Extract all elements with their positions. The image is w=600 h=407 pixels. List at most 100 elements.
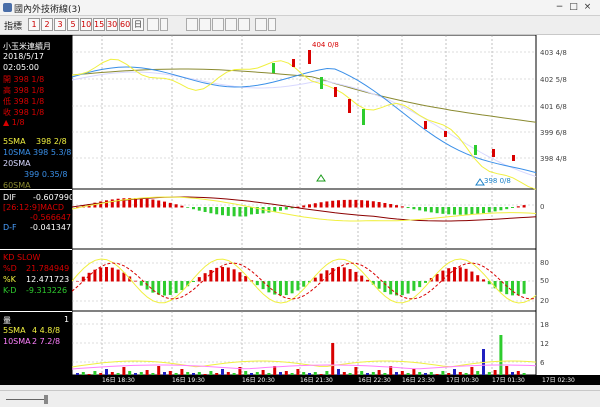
df-value: -0.041347 xyxy=(30,223,72,232)
volume-bar xyxy=(470,367,474,375)
period-button-15[interactable]: 15 xyxy=(93,18,105,31)
kd-bar xyxy=(331,268,335,282)
candle xyxy=(308,50,311,64)
sma10-value: 398 5.3/8 xyxy=(33,148,72,157)
candle xyxy=(292,59,295,67)
vol-tick: 18 xyxy=(540,321,549,329)
sma10-label: 10SMA xyxy=(3,148,31,157)
macd-bar xyxy=(400,206,404,208)
period-button-5[interactable]: 5 xyxy=(67,18,79,31)
vol-sma10-label: 10SMA xyxy=(3,337,31,346)
volume-bar xyxy=(453,369,456,375)
macd-bar xyxy=(366,200,369,208)
volume-bar xyxy=(429,372,433,375)
kd-bar xyxy=(110,267,114,282)
macd-bar xyxy=(418,207,422,211)
kd-bar xyxy=(366,279,369,282)
kd-bar xyxy=(302,281,306,287)
volume-bar xyxy=(412,369,416,375)
volume-bar xyxy=(424,373,427,375)
draw-dropdown-icon[interactable] xyxy=(268,18,276,31)
macd-bar xyxy=(313,203,317,208)
volume-bar xyxy=(168,371,172,375)
grid-icon[interactable] xyxy=(199,18,211,31)
macd-bar xyxy=(145,198,149,208)
list-icon[interactable] xyxy=(147,18,159,31)
macd-bar xyxy=(342,199,346,208)
macd-bar xyxy=(325,201,329,208)
macd-bar xyxy=(470,207,474,215)
draw-line-icon[interactable] xyxy=(255,18,267,31)
title-bar: 國內外技術線(3) − □ × xyxy=(0,0,600,16)
indicator-label[interactable]: 指標 xyxy=(4,19,22,32)
macd-bar xyxy=(203,207,207,213)
chart-canvas[interactable]: 403 4/8 402 5/8 401 6/8 399 6/8 398 4/8 … xyxy=(72,35,600,385)
price-tick: 402 5/8 xyxy=(540,76,567,84)
period-button-day[interactable]: 日 xyxy=(132,18,144,31)
dropdown-icon[interactable] xyxy=(160,18,168,31)
volume-bar xyxy=(441,371,445,375)
macd-bar xyxy=(99,201,103,208)
kd-bar xyxy=(180,281,184,291)
kd-bar xyxy=(441,270,445,282)
vol-tick: 6 xyxy=(540,359,545,367)
macd-bar xyxy=(168,202,172,208)
macd-bar xyxy=(302,205,306,208)
zoom-slider-track[interactable] xyxy=(6,399,46,400)
chart-icon[interactable] xyxy=(212,18,224,31)
macd-bar xyxy=(482,207,485,214)
volume-bar xyxy=(244,371,248,375)
period-button-30[interactable]: 30 xyxy=(106,18,118,31)
kd-bar xyxy=(406,281,410,294)
d-label: %D xyxy=(3,264,17,273)
period-button-1[interactable]: 1 xyxy=(28,18,40,31)
macd-bar xyxy=(221,207,224,216)
volume-bar xyxy=(371,372,375,375)
kd-bar xyxy=(505,281,509,295)
maximize-button[interactable]: □ xyxy=(568,2,579,13)
macd-bar xyxy=(250,207,253,215)
macd-bar xyxy=(441,207,445,214)
volume-bar xyxy=(487,372,491,375)
kd-bar xyxy=(255,281,259,286)
volume-bar xyxy=(186,372,190,375)
volume-bar xyxy=(122,367,126,375)
close-button[interactable]: × xyxy=(582,2,593,13)
volume-bar xyxy=(226,372,230,375)
period-button-10[interactable]: 10 xyxy=(80,18,92,31)
kd-bar xyxy=(435,273,439,282)
volume-bar xyxy=(250,373,253,375)
zoom-icon[interactable] xyxy=(238,18,250,31)
k-value: 12.471723 xyxy=(26,275,70,284)
macd-bar xyxy=(348,199,352,208)
kd-bar xyxy=(174,281,178,294)
minimize-button[interactable]: − xyxy=(554,2,565,13)
macd-bar xyxy=(360,200,364,208)
volume-bar xyxy=(279,372,282,375)
volume-bar xyxy=(221,369,224,375)
period-button-2[interactable]: 2 xyxy=(41,18,53,31)
chart-area[interactable]: 403 4/8 402 5/8 401 6/8 399 6/8 398 4/8 … xyxy=(72,35,600,385)
volume-bar xyxy=(267,373,271,375)
toolbar: 指標 1 2 3 5 10 15 30 60 日 xyxy=(0,16,600,35)
zoom-slider-knob[interactable] xyxy=(44,395,48,404)
time-tick: 16日 19:30 xyxy=(172,377,205,384)
volume-bar xyxy=(163,372,166,375)
dif-label: DIF xyxy=(3,193,17,202)
kd-bar xyxy=(511,281,514,296)
volume-bar xyxy=(499,335,503,375)
macd-bar xyxy=(209,207,213,214)
kd-bar xyxy=(197,277,201,282)
vol-sma5-label: 5SMA xyxy=(3,326,26,335)
price-tick: 403 4/8 xyxy=(540,49,567,57)
scale-icon[interactable] xyxy=(225,18,237,31)
macd-bar xyxy=(163,201,166,208)
kd-bar xyxy=(99,267,103,282)
vol-sma10-value: 2 7.2/8 xyxy=(32,337,61,346)
volume-bar xyxy=(319,374,323,375)
period-button-3[interactable]: 3 xyxy=(54,18,66,31)
layout-icon[interactable] xyxy=(186,18,198,31)
kd-bar xyxy=(232,269,236,282)
period-button-60[interactable]: 60 xyxy=(119,18,131,31)
candle xyxy=(348,99,351,113)
